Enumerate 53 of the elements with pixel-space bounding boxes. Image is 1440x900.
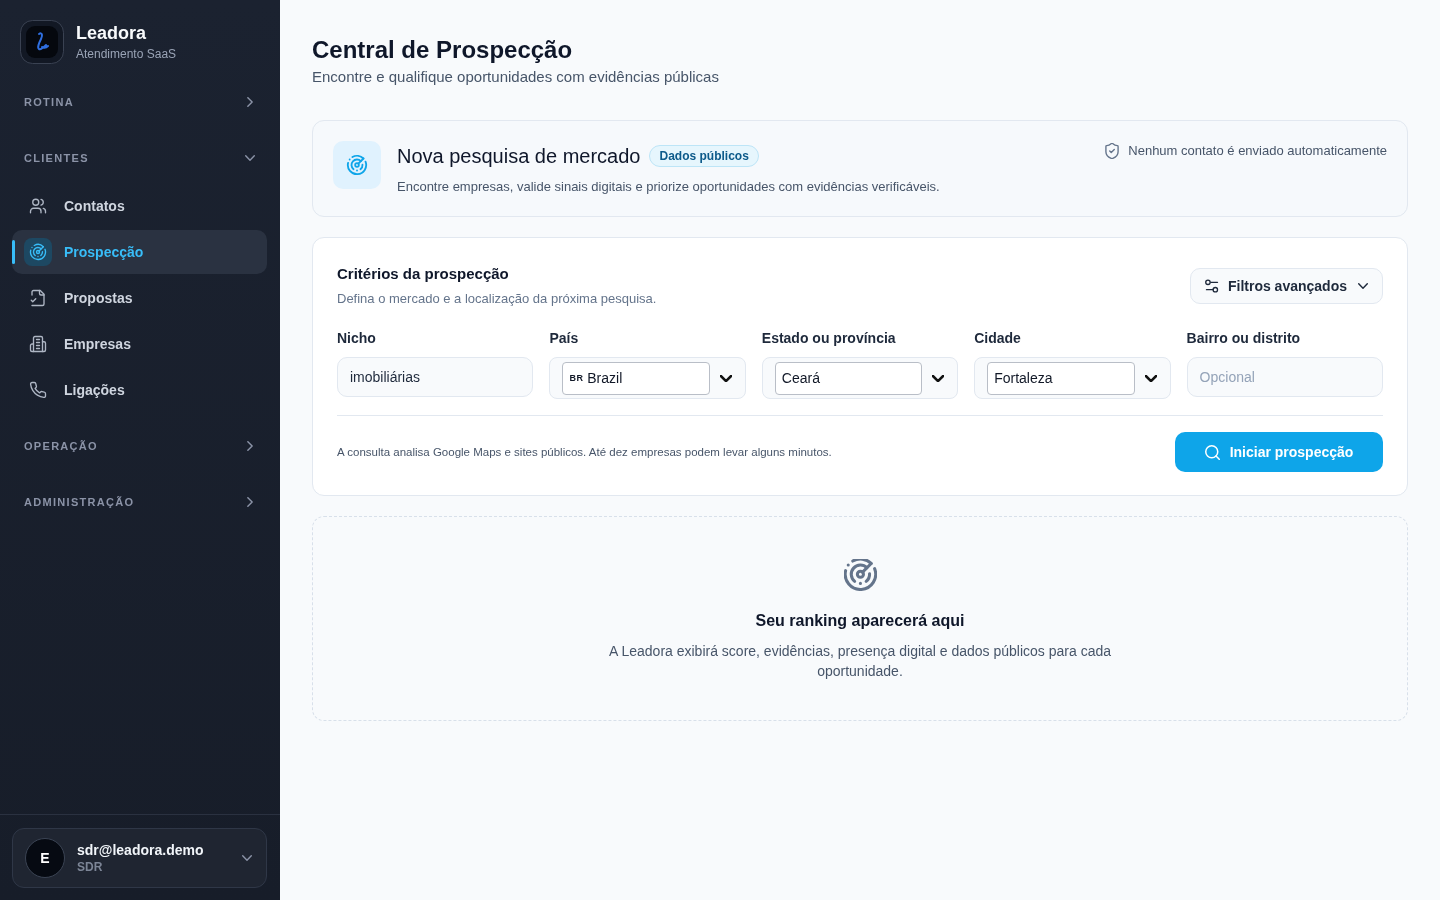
field-label: Nicho [337,329,377,348]
page-title: Central de Prospecção [312,35,574,65]
select-field[interactable]: Ceará [774,361,923,395]
text-input[interactable]: Opcional [1186,357,1383,397]
shield-check-icon [1105,143,1120,159]
nav-item[interactable]: Empresas [12,322,267,366]
section-title: Nova pesquisa de mercado [397,144,641,169]
search-icon [1204,444,1220,460]
field-label: Estado ou província [761,329,897,348]
nav-item[interactable]: Contatos [12,184,267,228]
advanced-filters-button[interactable]: Filtros avançados [1189,268,1383,304]
user-email: sdr@leadora.demo [77,841,205,859]
nav-item[interactable]: Prospecção [12,230,267,274]
empty-state-description: A Leadora exibirá score, evidências, presença digital e dados públicos para cada oportunidade. [608,642,1112,681]
page-subtitle: Encontre e qualifique oportunidades com evidências públicas [312,67,720,87]
nav-item[interactable]: Propostas [12,276,267,320]
field-label: País [549,329,580,348]
criteria-subtitle: Defina o mercado e a localização da próxima pesquisa. [337,290,657,308]
building-icon [29,335,47,353]
user-role: SDR [77,859,104,875]
phone-icon [29,381,47,399]
field-label: Cidade [974,329,1022,348]
section-header[interactable]: OPERAÇÃO [0,426,280,466]
text-input[interactable]: imobiliárias [337,357,534,397]
chevron-down-icon [1358,283,1368,289]
radar-icon [333,141,381,189]
avatar: E [25,838,65,878]
chevron-down-icon [719,374,732,382]
empty-state-title: Seu ranking aparecerá aqui [755,611,965,631]
criteria-title: Critérios da prospecção [337,264,510,284]
section-header[interactable]: ADMINISTRAÇÃO [0,482,280,522]
section-description: Encontre empresas, valide sinais digitais e priorize oportunidades com evidências verificáveis. [397,178,941,196]
chevron-down-icon [1144,374,1157,382]
public-data-badge: Dados públicos [649,145,759,167]
select-field[interactable]: BR Brazil [562,361,710,395]
section-header[interactable]: CLIENTES [0,138,280,178]
info-note: A consulta analisa Google Maps e sites públicos. Até dez empresas podem levar alguns minutos. [337,446,832,458]
users-icon [29,197,47,215]
field-label: Bairro ou distrito [1186,329,1302,348]
chevron-down-icon [932,374,945,382]
section-header[interactable]: ROTINA [0,82,280,122]
radar-icon [843,559,877,591]
select-field[interactable]: Fortaleza [987,361,1135,395]
notice-text: Nenhum contato é enviado automaticamente [1128,142,1387,160]
radar-icon [24,238,52,266]
user-card[interactable]: E sdr@leadora.demo SDR [12,828,267,888]
brand-subtitle: Atendimento SaaS [76,46,177,62]
logo-icon [20,20,64,64]
document-check-icon [29,289,47,307]
sliders-icon [1204,279,1219,293]
nav-item[interactable]: Ligações [12,368,267,412]
chevron-down-icon [242,855,252,861]
brand-name: Leadora [76,22,148,44]
